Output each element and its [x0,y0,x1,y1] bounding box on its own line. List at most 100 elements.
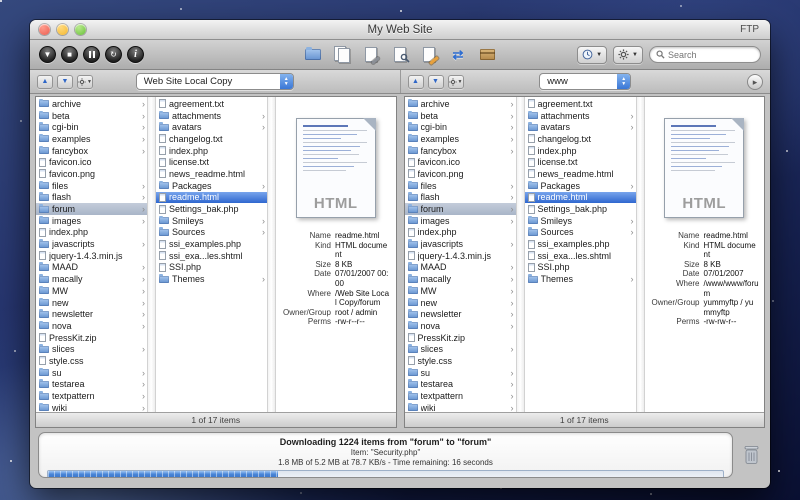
scrollbar[interactable] [637,97,645,412]
archive-button[interactable] [477,46,497,63]
file-row[interactable]: news_readme.html › [156,168,267,180]
search-input[interactable] [668,50,754,60]
file-row[interactable]: changelog.txt › [156,133,267,145]
file-row[interactable]: su › [405,367,516,379]
file-row[interactable]: flash › [405,192,516,204]
file-row[interactable]: favicon.png › [405,168,516,180]
file-row[interactable]: new › [405,297,516,309]
scrollbar[interactable] [148,97,156,412]
file-row[interactable]: Smileys › [156,215,267,227]
search-field[interactable] [649,46,761,63]
file-row[interactable]: index.php › [36,227,147,239]
file-row[interactable]: SSI.php › [525,262,636,274]
file-row[interactable]: avatars › [525,121,636,133]
file-row[interactable]: wiki › [405,402,516,412]
file-row[interactable]: ssi_exa...les.shtml › [525,250,636,262]
trash-dropzone[interactable] [740,445,762,465]
history-dropdown-button[interactable]: ▼ [577,46,607,64]
file-row[interactable]: javascripts › [36,238,147,250]
file-row[interactable]: Themes › [156,273,267,285]
local-source-select[interactable]: Web Site Local Copy ▲▼ [136,73,294,90]
file-row[interactable]: Settings_bak.php › [156,203,267,215]
file-row[interactable]: index.php › [405,227,516,239]
file-row[interactable]: PressKit.zip › [405,332,516,344]
file-row[interactable]: examples › [36,133,147,145]
file-row[interactable]: Smileys › [525,215,636,227]
file-row[interactable]: MAAD › [405,262,516,274]
file-row[interactable]: textpattern › [36,390,147,402]
file-row[interactable]: newsletter › [405,308,516,320]
file-row[interactable]: archive › [36,98,147,110]
file-row[interactable]: newsletter › [36,308,147,320]
file-row[interactable]: attachments › [156,110,267,122]
file-row[interactable]: Packages › [525,180,636,192]
queue-upload-button[interactable]: ▲ [408,75,424,89]
file-row[interactable]: agreement.txt › [525,98,636,110]
scrollbar[interactable] [517,97,525,412]
file-row[interactable]: favicon.ico › [405,156,516,168]
file-row[interactable]: fancybox › [405,145,516,157]
file-row[interactable]: images › [36,215,147,227]
settings-dropdown-button[interactable]: ▼ [613,46,643,64]
queue-download-button[interactable]: ▼ [428,75,444,89]
action-menu-button[interactable]: ▼ [448,75,464,89]
tools-button[interactable] [361,46,381,63]
file-row[interactable]: su › [36,367,147,379]
file-row[interactable]: attachments › [525,110,636,122]
file-row[interactable]: style.css › [405,355,516,367]
pause-button[interactable] [83,46,100,63]
remote-source-select[interactable]: www ▲▼ [539,73,631,90]
file-row[interactable]: index.php › [525,145,636,157]
edit-button[interactable] [419,46,439,63]
file-row[interactable]: Sources › [525,227,636,239]
file-row[interactable]: archive › [405,98,516,110]
file-row[interactable]: favicon.png › [36,168,147,180]
file-row[interactable]: avatars › [156,121,267,133]
file-row[interactable]: slices › [405,343,516,355]
action-menu-button[interactable]: ▼ [77,75,93,89]
file-row[interactable]: Settings_bak.php › [525,203,636,215]
queue-upload-button[interactable]: ▲ [37,75,53,89]
file-row[interactable]: files › [36,180,147,192]
file-row[interactable]: macally › [36,273,147,285]
file-row[interactable]: nova › [36,320,147,332]
stop-button[interactable]: ■ [61,46,78,63]
file-row[interactable]: images › [405,215,516,227]
file-row[interactable]: ssi_exa...les.shtml › [156,250,267,262]
start-transfer-button[interactable]: ▼ [39,46,56,63]
file-row[interactable]: javascripts › [405,238,516,250]
file-row[interactable]: beta › [405,110,516,122]
file-row[interactable]: files › [405,180,516,192]
file-row[interactable]: cgi-bin › [36,121,147,133]
titlebar[interactable]: My Web Site FTP [30,20,770,40]
file-row[interactable]: forum › [36,203,147,215]
file-row[interactable]: readme.html › [525,192,636,204]
file-row[interactable]: Sources › [156,227,267,239]
file-row[interactable]: textpattern › [405,390,516,402]
file-row[interactable]: fancybox › [36,145,147,157]
file-row[interactable]: Themes › [525,273,636,285]
file-row[interactable]: index.php › [156,145,267,157]
file-row[interactable]: style.css › [36,355,147,367]
copy-files-button[interactable] [332,46,352,63]
file-row[interactable]: license.txt › [525,156,636,168]
file-row[interactable]: SSI.php › [156,262,267,274]
file-row[interactable]: examples › [405,133,516,145]
file-row[interactable]: beta › [36,110,147,122]
file-row[interactable]: nova › [405,320,516,332]
file-row[interactable]: PressKit.zip › [36,332,147,344]
file-row[interactable]: ssi_examples.php › [525,238,636,250]
file-row[interactable]: readme.html › [156,192,267,204]
file-row[interactable]: macally › [405,273,516,285]
file-row[interactable]: wiki › [36,402,147,412]
scrollbar[interactable] [268,97,276,412]
info-button[interactable]: i [127,46,144,63]
file-row[interactable]: testarea › [36,379,147,391]
file-row[interactable]: slices › [36,343,147,355]
file-row[interactable]: MW › [36,285,147,297]
file-row[interactable]: agreement.txt › [156,98,267,110]
queue-download-button[interactable]: ▼ [57,75,73,89]
file-row[interactable]: Packages › [156,180,267,192]
file-row[interactable]: license.txt › [156,156,267,168]
file-row[interactable]: flash › [36,192,147,204]
